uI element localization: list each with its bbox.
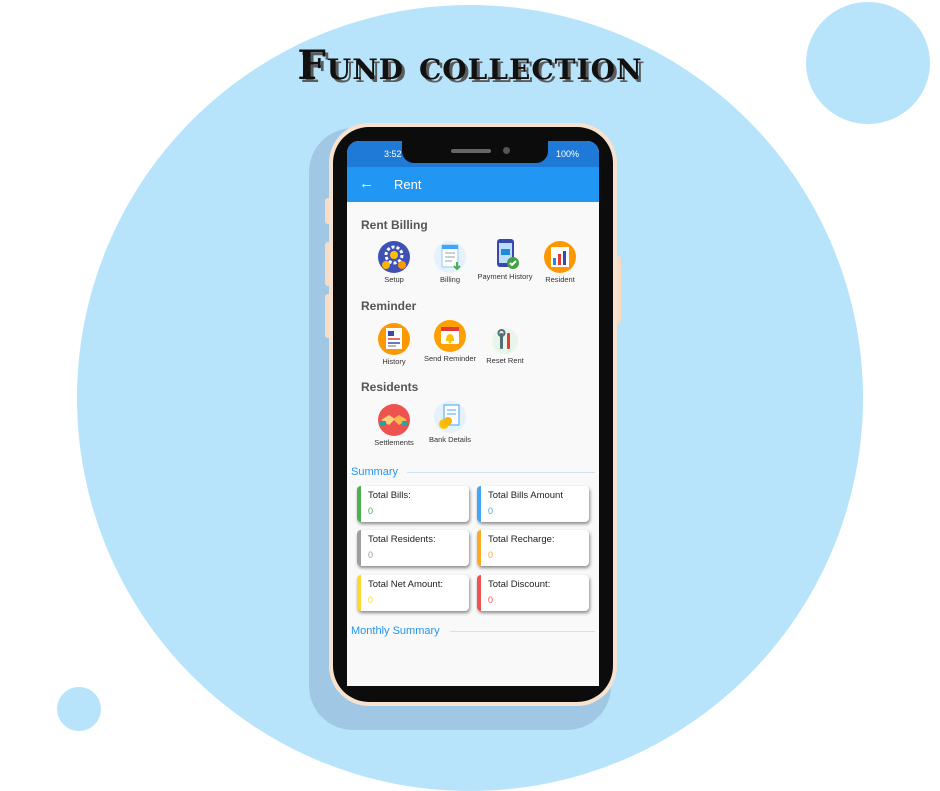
status-time: 3:52 <box>384 149 402 159</box>
card-value: 0 <box>368 595 374 605</box>
card-value: 0 <box>488 595 494 605</box>
icon-label: Resident <box>545 275 575 284</box>
card-value: 0 <box>368 550 374 560</box>
monthly-summary-title: Monthly Summary <box>351 625 440 637</box>
reminder-history-button[interactable]: History <box>366 322 422 366</box>
phone-frame: 3:52 100% ← Rent Rent Billing Setup Bill… <box>329 123 617 706</box>
section-title-residents: Residents <box>361 380 419 394</box>
icon-label: Settlements <box>374 438 414 447</box>
resident-chart-icon <box>544 241 576 273</box>
tools-icon <box>492 328 518 354</box>
card-label: Total Net Amount: <box>368 579 443 590</box>
camera-icon <box>503 147 510 154</box>
hero-title: Fund collection <box>297 42 643 89</box>
card-value: 0 <box>488 506 494 516</box>
bank-details-button[interactable]: Bank Details <box>422 400 478 444</box>
phone-bezel: 3:52 100% ← Rent Rent Billing Setup Bill… <box>333 127 613 702</box>
history-report-icon <box>378 323 410 355</box>
page-title: Rent <box>394 177 422 192</box>
calendar-bell-icon <box>434 320 466 352</box>
card-label: Total Recharge: <box>488 534 555 545</box>
reset-rent-button[interactable]: Reset Rent <box>477 327 533 365</box>
icon-label: Send Reminder <box>423 354 477 363</box>
invoice-icon <box>434 241 466 273</box>
icon-label: Payment History <box>477 272 533 281</box>
summary-card-total-bills-amount: Total Bills Amount 0 <box>477 486 589 522</box>
card-label: Total Discount: <box>488 579 551 590</box>
rent-billing-button[interactable]: Billing <box>422 240 478 284</box>
card-label: Total Bills: <box>368 490 411 501</box>
send-reminder-button[interactable]: Send Reminder <box>422 319 478 363</box>
divider <box>407 472 595 473</box>
app-bar: ← Rent <box>347 167 599 202</box>
handshake-icon <box>378 404 410 436</box>
rent-setup-button[interactable]: Setup <box>366 240 422 284</box>
decor-circle-bottom-left <box>57 687 101 731</box>
card-label: Total Residents: <box>368 534 436 545</box>
card-label: Total Bills Amount <box>488 490 563 501</box>
summary-card-total-net-amount: Total Net Amount: 0 <box>357 575 469 611</box>
gear-coin-icon <box>378 241 410 273</box>
summary-card-total-discount: Total Discount: 0 <box>477 575 589 611</box>
divider <box>450 631 595 632</box>
card-value: 0 <box>488 550 494 560</box>
icon-label: History <box>382 357 406 366</box>
speaker-grille <box>451 149 491 153</box>
section-title-rent-billing: Rent Billing <box>361 218 428 232</box>
battery-level: 100% <box>555 149 579 159</box>
icon-label: Setup <box>384 275 404 284</box>
phone-screen: 3:52 100% ← Rent Rent Billing Setup Bill… <box>347 141 599 686</box>
card-value: 0 <box>368 506 374 516</box>
phone-notch <box>402 141 548 163</box>
arrow-left-icon[interactable]: ← <box>359 175 374 193</box>
summary-title: Summary <box>351 466 399 478</box>
settlements-button[interactable]: Settlements <box>366 403 422 447</box>
summary-card-total-residents: Total Residents: 0 <box>357 530 469 566</box>
summary-card-total-bills: Total Bills: 0 <box>357 486 469 522</box>
payment-history-button[interactable]: Payment History <box>477 237 533 281</box>
icon-label: Reset Rent <box>486 356 524 365</box>
section-title-reminder: Reminder <box>361 299 417 313</box>
summary-card-total-recharge: Total Recharge: 0 <box>477 530 589 566</box>
phone-payment-icon <box>497 239 519 269</box>
bank-document-icon <box>434 401 466 433</box>
icon-label: Bank Details <box>428 435 472 444</box>
icon-label: Billing <box>439 275 460 284</box>
resident-button[interactable]: Resident <box>532 240 588 284</box>
